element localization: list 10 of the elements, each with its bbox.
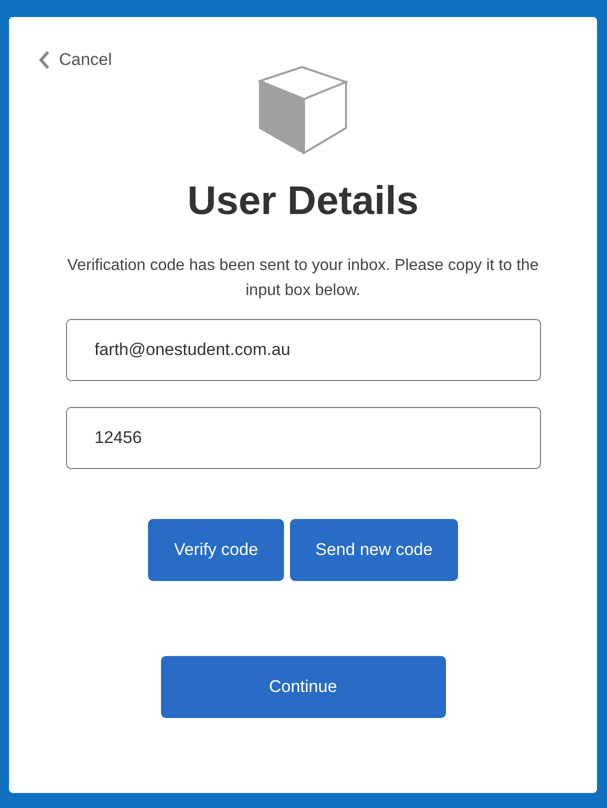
cancel-link[interactable]: Cancel	[59, 47, 112, 73]
back-chevron-icon	[38, 51, 50, 69]
input-field[interactable]: farth@onestudent.com.au	[66, 319, 540, 381]
instruction-text: Verification code has been sent to your inbox. Please copy it to the input box below.	[66, 256, 540, 301]
input-field[interactable]: 12456	[66, 407, 540, 469]
continue-button[interactable]: Continue	[160, 656, 446, 718]
verify-code-button[interactable]: Verify code	[148, 519, 284, 581]
page-title: User Details	[187, 178, 419, 225]
send-new-code-button[interactable]: Send new code	[290, 519, 458, 581]
cube-icon	[258, 66, 348, 155]
